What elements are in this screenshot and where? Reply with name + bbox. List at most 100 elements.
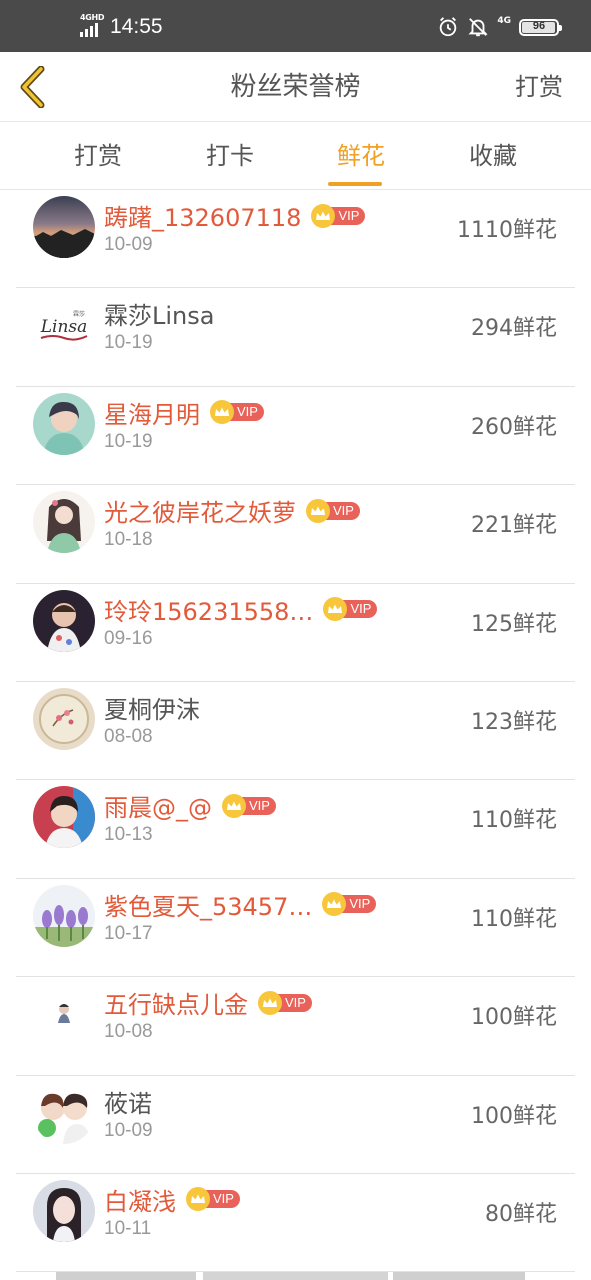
anime-girl-avatar[interactable] xyxy=(33,491,95,554)
next-row-peek xyxy=(0,1272,591,1280)
signal-label: 4GHD xyxy=(80,13,105,22)
bell-off-icon xyxy=(468,18,488,37)
name-line: 踌躇_132607118 VIP xyxy=(104,198,366,233)
vip-badge: VIP xyxy=(258,990,312,1015)
status-time: 14:55 xyxy=(110,15,163,38)
list-item[interactable]: 雨晨@_@ VIP 10-13 110鲜花 xyxy=(0,780,591,880)
tab-flowers-label: 鲜花 xyxy=(337,142,385,170)
list-item[interactable]: 星海月明 VIP 10-19 260鲜花 xyxy=(0,387,591,486)
girl-avatar[interactable] xyxy=(33,392,95,455)
list-item[interactable]: 踌躇_132607118 VIP 10-09 1110鲜花 xyxy=(0,190,591,289)
date-label: 10-19 xyxy=(104,430,153,452)
page-title: 粉丝荣誉榜 xyxy=(230,72,361,102)
vip-badge: VIP xyxy=(323,597,378,622)
user-name[interactable]: 紫色夏天_53457… xyxy=(104,887,312,922)
list-item[interactable]: 莜诺 10-09 100鲜花 xyxy=(0,1076,591,1175)
date-label: 10-08 xyxy=(104,1021,153,1043)
tab-reward[interactable]: 打赏 xyxy=(32,122,164,190)
boy-avatar[interactable] xyxy=(33,786,95,849)
crown-icon xyxy=(306,498,330,523)
network-label: 4G xyxy=(497,16,511,26)
date-label: 10-09 xyxy=(104,234,153,255)
small-figure-avatar[interactable] xyxy=(33,983,95,1046)
flower-count: 110鲜花 xyxy=(471,906,557,932)
battery-icon: 96 xyxy=(519,18,562,36)
list-item[interactable]: 五行缺点儿金 VIP 10-08 100鲜花 xyxy=(0,977,591,1076)
vip-badge: VIP xyxy=(306,498,360,523)
purple-flowers-avatar[interactable] xyxy=(33,884,95,947)
vip-badge: VIP xyxy=(311,203,366,228)
list-item[interactable]: 白凝浅 VIP 10-11 80鲜花 xyxy=(0,1174,591,1273)
list-item[interactable]: Linsa 霖莎 霖莎Linsa 10-19 294鲜花 xyxy=(0,288,591,388)
user-name[interactable]: 五行缺点儿金 xyxy=(104,985,248,1020)
portrait-avatar[interactable] xyxy=(33,1179,95,1242)
status-bar: 4GHD 14:55 4G 96 xyxy=(0,0,591,52)
crown-icon xyxy=(311,203,336,228)
linsa-logo-avatar[interactable]: Linsa 霖莎 xyxy=(33,294,95,357)
fan-painting-avatar[interactable] xyxy=(33,687,95,750)
vip-badge: VIP xyxy=(222,793,276,818)
user-name[interactable]: 踌躇_132607118 xyxy=(104,198,301,233)
list-item[interactable]: 玲玲156231558… VIP 09-16 125鲜花 xyxy=(0,584,591,683)
flower-count: 100鲜花 xyxy=(471,1103,557,1129)
vip-badge: VIP xyxy=(186,1187,240,1212)
name-line: 光之彼岸花之妖萝 VIP xyxy=(104,493,360,528)
cartoon-couple-avatar[interactable] xyxy=(33,1081,95,1144)
date-label: 10-19 xyxy=(104,332,153,354)
date-label: 10-18 xyxy=(104,529,153,551)
user-name[interactable]: 光之彼岸花之妖萝 xyxy=(104,493,296,528)
name-line: 霖莎Linsa xyxy=(104,296,214,331)
flower-count: 221鲜花 xyxy=(471,513,557,539)
date-label: 10-09 xyxy=(104,1119,153,1141)
name-line: 紫色夏天_53457… VIP xyxy=(104,887,377,922)
svg-text:霖莎: 霖莎 xyxy=(73,310,85,318)
flower-count: 1110鲜花 xyxy=(457,218,557,243)
date-label: 10-13 xyxy=(104,824,153,846)
alarm-icon xyxy=(440,17,457,37)
user-name[interactable]: 夏桐伊沫 xyxy=(104,690,200,725)
list-item[interactable]: 夏桐伊沫 08-08 123鲜花 xyxy=(0,682,591,781)
flower-count: 123鲜花 xyxy=(471,709,557,735)
user-name[interactable]: 雨晨@_@ xyxy=(104,788,212,823)
user-name[interactable]: 玲玲156231558… xyxy=(104,592,313,627)
date-label: 10-17 xyxy=(104,922,153,944)
battery-level: 96 xyxy=(532,19,546,32)
crown-icon xyxy=(222,793,246,818)
flower-count: 100鲜花 xyxy=(471,1005,557,1031)
name-line: 星海月明 VIP xyxy=(104,395,264,430)
active-tab-indicator xyxy=(328,182,382,186)
flower-count: 294鲜花 xyxy=(471,316,557,342)
date-label: 08-08 xyxy=(104,725,153,747)
user-name[interactable]: 莜诺 xyxy=(104,1084,152,1119)
svg-text:Linsa: Linsa xyxy=(40,317,88,337)
flower-count: 260鲜花 xyxy=(471,414,557,440)
tab-favorites[interactable]: 收藏 xyxy=(427,122,559,190)
ranking-list: 踌躇_132607118 VIP 10-09 1110鲜花 Linsa 霖莎 霖莎Linsa… xyxy=(0,190,591,1273)
sunset-city-avatar[interactable] xyxy=(33,196,95,258)
flower-count: 125鲜花 xyxy=(471,611,557,637)
baby-avatar[interactable] xyxy=(33,589,95,652)
list-item[interactable]: 紫色夏天_53457… VIP 10-17 110鲜花 xyxy=(0,879,591,978)
signal-icon: 4GHD xyxy=(80,13,105,39)
name-line: 五行缺点儿金 VIP xyxy=(104,985,312,1020)
name-line: 白凝浅 VIP xyxy=(104,1182,240,1217)
user-name[interactable]: 霖莎Linsa xyxy=(104,296,214,331)
date-label: 10-11 xyxy=(104,1217,152,1239)
vip-badge: VIP xyxy=(210,400,264,425)
flower-count: 110鲜花 xyxy=(471,808,557,834)
tab-flowers[interactable]: 鲜花 xyxy=(295,122,427,190)
name-line: 夏桐伊沫 xyxy=(104,690,200,725)
flower-count: 80鲜花 xyxy=(485,1201,557,1227)
name-line: 莜诺 xyxy=(104,1084,152,1119)
tab-bar: 打赏 打卡 鲜花 收藏 xyxy=(0,122,591,190)
reward-button[interactable]: 打赏 xyxy=(515,52,563,122)
tab-checkin[interactable]: 打卡 xyxy=(164,122,296,190)
list-item[interactable]: 光之彼岸花之妖萝 VIP 10-18 221鲜花 xyxy=(0,485,591,584)
user-name[interactable]: 白凝浅 xyxy=(104,1182,176,1217)
vip-badge: VIP xyxy=(322,892,377,917)
date-label: 09-16 xyxy=(104,627,153,649)
name-line: 玲玲156231558… VIP xyxy=(104,592,378,627)
user-name[interactable]: 星海月明 xyxy=(104,395,200,430)
app-header: 粉丝荣誉榜 打赏 xyxy=(0,52,591,122)
crown-icon xyxy=(258,990,282,1015)
